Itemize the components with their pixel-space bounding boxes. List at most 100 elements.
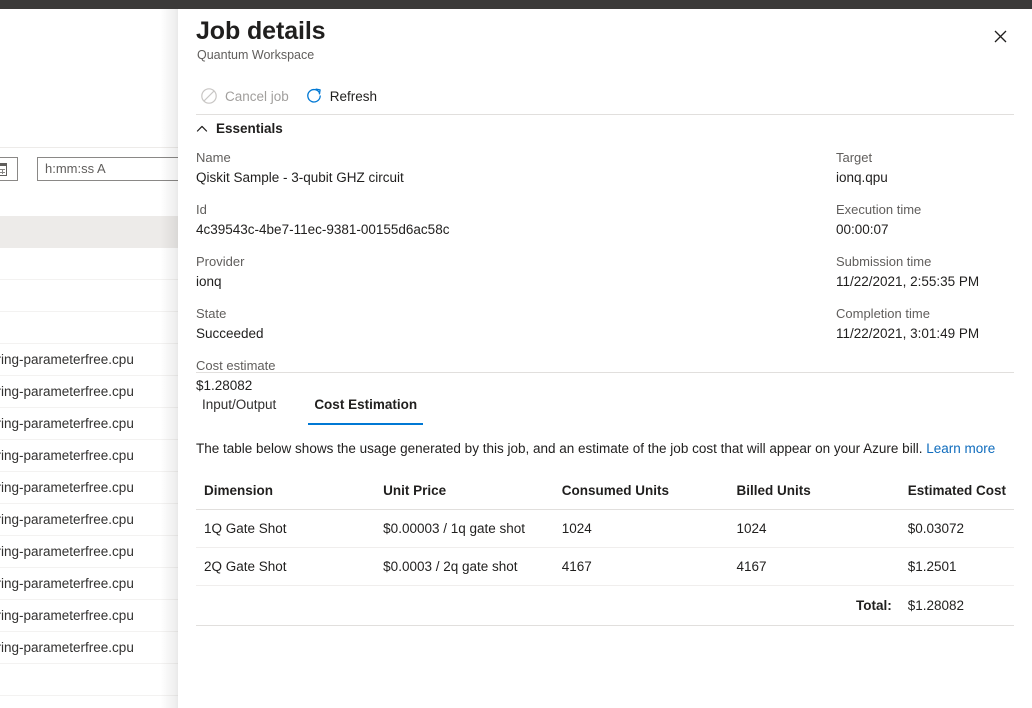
cell-consumed-units: 4167 bbox=[554, 548, 729, 586]
table-row[interactable] bbox=[0, 248, 178, 280]
field-value: Qiskit Sample - 3-qubit GHZ circuit bbox=[196, 168, 605, 187]
table-row[interactable] bbox=[0, 664, 178, 696]
field-submission-time: Submission time 11/22/2021, 2:55:35 PM bbox=[836, 253, 1014, 291]
table-header-row: Dimension Unit Price Consumed Units Bill… bbox=[196, 473, 1014, 510]
learn-more-link[interactable]: Learn more bbox=[926, 441, 995, 456]
description-text: The table below shows the usage generate… bbox=[196, 441, 922, 456]
background-table: ering-parameterfree.cpu ering-parameterf… bbox=[0, 216, 178, 708]
field-label: Completion time bbox=[836, 305, 1014, 323]
cost-estimation-table: Dimension Unit Price Consumed Units Bill… bbox=[196, 473, 1014, 626]
table-row[interactable] bbox=[0, 312, 178, 344]
field-label: State bbox=[196, 305, 605, 323]
column-header-consumed-units[interactable]: Consumed Units bbox=[554, 473, 729, 510]
cell-dimension: 1Q Gate Shot bbox=[196, 510, 375, 548]
background-page: h:mm:ss A ering-parameterfree.cpu ering-… bbox=[0, 9, 178, 708]
divider bbox=[196, 372, 1014, 373]
cell-text: ering-parameterfree.cpu bbox=[0, 568, 178, 600]
cell-dimension: 2Q Gate Shot bbox=[196, 548, 375, 586]
total-value: $1.28082 bbox=[900, 586, 1014, 626]
field-label: Provider bbox=[196, 253, 605, 271]
table-row[interactable]: ering-parameterfree.cpu bbox=[0, 344, 178, 376]
close-button[interactable] bbox=[984, 20, 1016, 52]
cell-text: ering-parameterfree.cpu bbox=[0, 632, 178, 664]
field-label: Target bbox=[836, 149, 1014, 167]
column-header-dimension[interactable]: Dimension bbox=[196, 473, 375, 510]
table-row[interactable]: ering-parameterfree.cpu bbox=[0, 504, 178, 536]
table-row[interactable]: 1Q Gate Shot $0.00003 / 1q gate shot 102… bbox=[196, 510, 1014, 548]
table-body: 1Q Gate Shot $0.00003 / 1q gate shot 102… bbox=[196, 510, 1014, 626]
field-id: Id 4c39543c-4be7-11ec-9381-00155d6ac58c bbox=[196, 201, 605, 239]
cell-estimated-cost: $0.03072 bbox=[900, 510, 1014, 548]
cost-estimation-description: The table below shows the usage generate… bbox=[196, 439, 1008, 458]
field-value: Succeeded bbox=[196, 324, 605, 343]
tab-list: Input/Output Cost Estimation bbox=[196, 395, 423, 425]
refresh-label: Refresh bbox=[330, 89, 377, 104]
time-input[interactable]: h:mm:ss A bbox=[37, 157, 178, 181]
table-row[interactable]: 2Q Gate Shot $0.0003 / 2q gate shot 4167… bbox=[196, 548, 1014, 586]
cell-consumed-units: 1024 bbox=[554, 510, 729, 548]
essentials-grid: Name Qiskit Sample - 3-qubit GHZ circuit… bbox=[196, 149, 1014, 409]
cell-billed-units: 1024 bbox=[729, 510, 900, 548]
field-label: Execution time bbox=[836, 201, 1014, 219]
cell-text: ering-parameterfree.cpu bbox=[0, 536, 178, 568]
table-row[interactable]: ering-parameterfree.cpu bbox=[0, 600, 178, 632]
field-label: Id bbox=[196, 201, 605, 219]
field-completion-time: Completion time 11/22/2021, 3:01:49 PM bbox=[836, 305, 1014, 343]
cell-unit-price: $0.0003 / 2q gate shot bbox=[375, 548, 554, 586]
table-row[interactable] bbox=[0, 280, 178, 312]
essentials-column-left: Name Qiskit Sample - 3-qubit GHZ circuit… bbox=[196, 149, 605, 409]
close-icon bbox=[994, 30, 1007, 43]
chevron-up-icon bbox=[196, 123, 208, 135]
page-title: Job details bbox=[196, 15, 326, 47]
table-row[interactable]: ering-parameterfree.cpu bbox=[0, 568, 178, 600]
table-head: Dimension Unit Price Consumed Units Bill… bbox=[196, 473, 1014, 510]
table-row[interactable]: ering-parameterfree.cpu bbox=[0, 376, 178, 408]
table-row[interactable] bbox=[0, 696, 178, 708]
refresh-icon bbox=[305, 87, 323, 105]
command-bar: Cancel job Refresh bbox=[196, 78, 385, 114]
table-row[interactable]: ering-parameterfree.cpu bbox=[0, 408, 178, 440]
field-target: Target ionq.qpu bbox=[836, 149, 1014, 187]
field-value: ionq bbox=[196, 272, 605, 291]
table-row[interactable]: ering-parameterfree.cpu bbox=[0, 536, 178, 568]
field-value: 11/22/2021, 3:01:49 PM bbox=[836, 324, 1014, 343]
page-subtitle: Quantum Workspace bbox=[197, 47, 314, 63]
table-row[interactable] bbox=[0, 216, 178, 248]
field-value: $1.28082 bbox=[196, 376, 605, 395]
field-execution-time: Execution time 00:00:07 bbox=[836, 201, 1014, 239]
field-label: Name bbox=[196, 149, 605, 167]
cancel-job-button[interactable]: Cancel job bbox=[196, 81, 297, 111]
field-label: Submission time bbox=[836, 253, 1014, 271]
essentials-column-right: Target ionq.qpu Execution time 00:00:07 … bbox=[605, 149, 1014, 409]
spacer-cell bbox=[375, 586, 554, 626]
browser-chrome-bar bbox=[0, 0, 1032, 9]
field-value: 4c39543c-4be7-11ec-9381-00155d6ac58c bbox=[196, 220, 605, 239]
column-header-unit-price[interactable]: Unit Price bbox=[375, 473, 554, 510]
field-cost-estimate: Cost estimate $1.28082 bbox=[196, 357, 605, 395]
cell-text: ering-parameterfree.cpu bbox=[0, 344, 178, 376]
table-row[interactable]: ering-parameterfree.cpu bbox=[0, 440, 178, 472]
field-name: Name Qiskit Sample - 3-qubit GHZ circuit bbox=[196, 149, 605, 187]
screen: h:mm:ss A ering-parameterfree.cpu ering-… bbox=[0, 0, 1032, 708]
field-provider: Provider ionq bbox=[196, 253, 605, 291]
block-circle-icon bbox=[200, 87, 218, 105]
date-picker-button[interactable] bbox=[0, 157, 18, 181]
essentials-label: Essentials bbox=[216, 121, 283, 136]
column-header-billed-units[interactable]: Billed Units bbox=[729, 473, 900, 510]
table-total-row: Total: $1.28082 bbox=[196, 586, 1014, 626]
essentials-section-toggle[interactable]: Essentials bbox=[196, 121, 283, 136]
cell-text: ering-parameterfree.cpu bbox=[0, 472, 178, 504]
field-value: 00:00:07 bbox=[836, 220, 1014, 239]
column-header-estimated-cost[interactable]: Estimated Cost bbox=[900, 473, 1014, 510]
tab-cost-estimation[interactable]: Cost Estimation bbox=[308, 395, 423, 425]
cell-estimated-cost: $1.2501 bbox=[900, 548, 1014, 586]
field-state: State Succeeded bbox=[196, 305, 605, 343]
calendar-icon bbox=[0, 163, 7, 176]
cell-unit-price: $0.00003 / 1q gate shot bbox=[375, 510, 554, 548]
table-row[interactable]: ering-parameterfree.cpu bbox=[0, 472, 178, 504]
cell-text: ering-parameterfree.cpu bbox=[0, 504, 178, 536]
tab-input-output[interactable]: Input/Output bbox=[196, 395, 282, 425]
cell-billed-units: 4167 bbox=[729, 548, 900, 586]
table-row[interactable]: ering-parameterfree.cpu bbox=[0, 632, 178, 664]
refresh-button[interactable]: Refresh bbox=[301, 81, 385, 111]
